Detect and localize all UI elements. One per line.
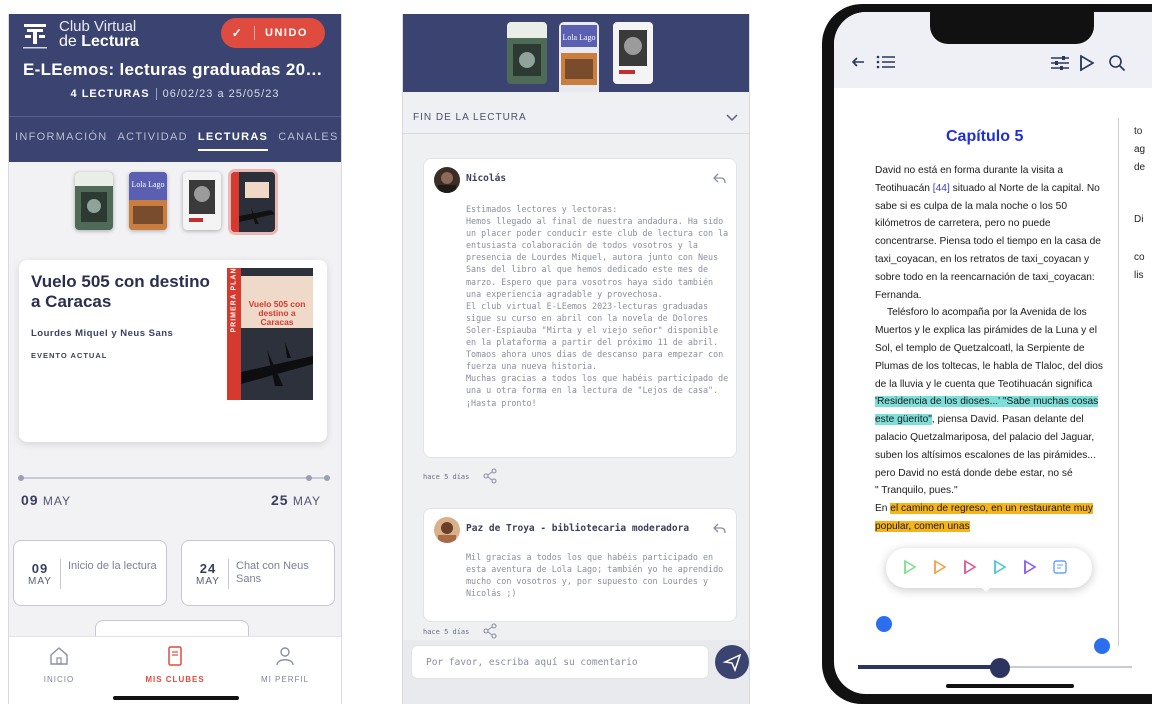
highlighter-purple-icon[interactable] — [1022, 559, 1038, 580]
book-thumb-3[interactable] — [613, 22, 653, 84]
tab-informacion[interactable]: INFORMACIÓN — [15, 117, 108, 162]
event-label-start: Inicio de la lectura — [68, 560, 157, 572]
book-thumb-2-selected[interactable]: Lola Lago — [559, 22, 599, 92]
column-divider — [1118, 118, 1119, 646]
cover-series: PRIMERA PLANA — [231, 268, 238, 333]
search-icon[interactable] — [1108, 54, 1126, 77]
event-label-chat: Chat con Neus Sans — [236, 560, 309, 585]
ebook-reader-phone: Capítulo 5 David no está en forma durant… — [822, 4, 1152, 704]
book-thumb-1[interactable] — [507, 22, 547, 84]
book-thumb-2[interactable]: Lola Lago — [129, 172, 167, 230]
footnote-link[interactable]: [44] — [933, 183, 950, 194]
current-reading-card[interactable]: Vuelo 505 con destino a Caracas Lourdes … — [19, 260, 327, 442]
club-header: Club Virtual de Lectura ✓ UNIDO E-LEemos… — [9, 14, 341, 162]
next-column-text: Di — [1134, 214, 1144, 225]
timeline-end-date: 25 MAY — [271, 492, 322, 508]
highlighter-cyan-icon[interactable] — [992, 559, 1008, 580]
book-thumb-4-selected[interactable] — [231, 172, 275, 232]
tab-actividad[interactable]: ACTIVIDAD — [118, 117, 188, 162]
highlight-yellow[interactable]: el camino de regreso, en un restaurante … — [875, 503, 1094, 532]
user-icon — [276, 647, 294, 666]
avatar-paz — [434, 517, 460, 543]
book-thumb-3[interactable] — [183, 172, 221, 230]
svg-text:Lola Lago: Lola Lago — [562, 33, 595, 42]
svg-text:Lola Lago: Lola Lago — [131, 180, 164, 189]
reading-thumbnails: Lola Lago — [9, 172, 341, 234]
post-time: hace 5 días — [423, 628, 470, 636]
event-card-start[interactable]: 09 MAY Inicio de la lectura — [13, 540, 167, 606]
check-icon: ✓ — [221, 26, 255, 40]
comment-bar: Por favor, escriba aquí su comentario — [403, 640, 749, 704]
post-body: Estimados lectores y lectoras: Hemos lle… — [466, 204, 729, 408]
highlighter-pink-icon[interactable] — [962, 559, 978, 580]
post-time: hace 5 días — [423, 473, 470, 481]
highlighter-green-icon[interactable] — [902, 559, 918, 580]
reply-icon[interactable] — [712, 171, 726, 189]
home-indicator — [946, 684, 1074, 688]
book-authors: Lourdes Miquel y Neus Sans — [31, 328, 174, 339]
next-column-text: ag — [1134, 144, 1146, 155]
phone-notch — [930, 12, 1094, 44]
club-meta: 4 LECTURAS 06/02/23 a 25/05/23 — [70, 88, 280, 101]
instituto-cervantes-logo-icon — [21, 22, 49, 52]
back-arrow-icon[interactable] — [850, 54, 866, 75]
send-button[interactable] — [715, 645, 749, 679]
highlight-color-picker — [886, 548, 1092, 592]
nav-inicio[interactable]: INICIO — [9, 645, 109, 684]
book-text[interactable]: David no está en forma durante la visita… — [875, 162, 1105, 536]
book-title: Vuelo 505 con destino a Caracas — [31, 272, 210, 311]
settings-sliders-icon[interactable] — [1050, 54, 1070, 77]
post-nicolas: Nicolás Estimados lectores y lectoras: H… — [423, 158, 737, 458]
reply-icon[interactable] — [712, 521, 726, 539]
home-icon — [50, 647, 68, 665]
tab-lecturas[interactable]: LECTURAS — [197, 117, 269, 151]
event-card-chat[interactable]: 24 MAY Chat con Neus Sans — [181, 540, 335, 606]
section-dropdown[interactable]: FIN DE LA LECTURA — [403, 102, 749, 134]
book-cover: PRIMERA PLANA Vuelo 505 con destino a Ca… — [227, 268, 313, 400]
page-progress-fill — [858, 665, 1000, 669]
cover-title: Vuelo 505 con destino a Caracas — [248, 299, 306, 327]
reading-discussion-screen: Lola Lago FIN DE LA LECTURA Nicolás Esti… — [402, 14, 750, 704]
post-author: Nicolás — [466, 173, 507, 184]
club-screen: Club Virtual de Lectura ✓ UNIDO E-LEemos… — [8, 14, 342, 704]
post-body: Mil gracias a todos los que habéis parti… — [466, 552, 724, 599]
timeline-start-date: 09 MAY — [21, 492, 72, 508]
bottom-nav: INICIO MIS CLUBES MI PERFIL — [9, 636, 341, 704]
book-thumb-1[interactable] — [75, 172, 113, 230]
note-icon[interactable] — [1052, 559, 1068, 580]
book-selector-header: Lola Lago — [403, 14, 749, 92]
avatar-nicolas — [434, 167, 460, 193]
next-column-text: co — [1134, 252, 1145, 263]
next-column-text: to — [1134, 126, 1143, 137]
send-icon — [722, 653, 742, 673]
highlighter-orange-icon[interactable] — [932, 559, 948, 580]
section-title: FIN DE LA LECTURA — [413, 112, 527, 123]
chapter-title: Capítulo 5 — [946, 128, 1024, 145]
club-tabs: INFORMACIÓN ACTIVIDAD LECTURAS CANALES — [9, 116, 341, 162]
tab-canales[interactable]: CANALES — [278, 117, 338, 162]
selection-start-handle[interactable] — [876, 616, 892, 632]
club-title: E-LEemos: lecturas graduadas 20… — [23, 60, 323, 79]
nav-mi-perfil[interactable]: MI PERFIL — [235, 645, 335, 684]
post-author: Paz de Troya - bibliotecaria moderadora — [466, 523, 690, 534]
comment-input[interactable]: Por favor, escriba aquí su comentario — [411, 645, 709, 679]
share-icon[interactable] — [483, 468, 497, 489]
post-paz-de-troya: Paz de Troya - bibliotecaria moderadora … — [423, 508, 737, 622]
selection-end-handle[interactable] — [1094, 638, 1110, 654]
next-column-text: de — [1134, 162, 1146, 173]
reader-screen: Capítulo 5 David no está en forma durant… — [834, 12, 1152, 694]
home-indicator — [113, 696, 239, 700]
book-icon — [168, 646, 182, 666]
brand-line2: de Lectura — [59, 33, 140, 50]
highlighter-icon[interactable] — [1078, 54, 1096, 77]
table-of-contents-icon[interactable] — [876, 54, 896, 75]
next-column-text: lis — [1134, 270, 1144, 281]
chevron-down-icon — [725, 110, 739, 129]
page-progress-knob[interactable] — [990, 658, 1010, 678]
nav-mis-clubes[interactable]: MIS CLUBES — [125, 645, 225, 684]
event-label: EVENTO ACTUAL — [31, 351, 108, 360]
joined-button[interactable]: ✓ UNIDO — [221, 18, 325, 48]
